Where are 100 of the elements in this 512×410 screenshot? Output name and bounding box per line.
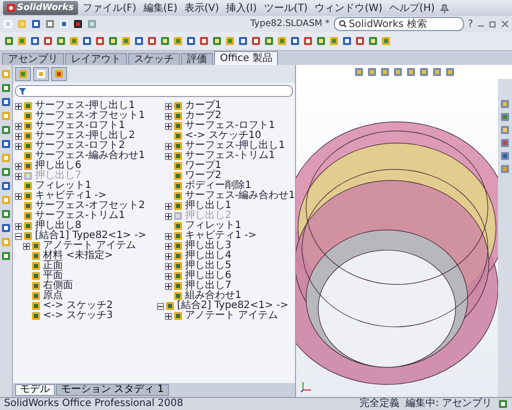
expand-toggle[interactable] xyxy=(165,102,172,110)
filter-icon xyxy=(19,88,26,94)
tree-item[interactable]: 押し出し4 xyxy=(185,251,232,261)
tree-item[interactable]: サーフェス-押し出し1 xyxy=(35,101,135,111)
search-icon xyxy=(338,20,347,28)
menu-item[interactable]: ウィンドウ(W) xyxy=(312,1,384,15)
tree-item[interactable]: サーフェス-オフセット2 xyxy=(35,201,145,211)
app-logo[interactable]: SolidWorks xyxy=(3,1,78,15)
expand-toggle[interactable] xyxy=(165,262,172,270)
tree-item[interactable]: フィレット1 xyxy=(185,221,242,231)
tree-item[interactable]: 押し出し7 xyxy=(185,281,232,291)
tree-item[interactable]: サーフェス-編み合わせ1 xyxy=(35,151,145,161)
menu-item[interactable]: 表示(V) xyxy=(182,1,222,15)
expand-toggle[interactable] xyxy=(23,242,30,250)
bottom-tab[interactable]: モデル xyxy=(15,384,55,396)
expand-toggle[interactable] xyxy=(165,242,172,250)
tree-item[interactable]: サーフェス-ロフト1 xyxy=(185,121,275,131)
logo-icon xyxy=(7,4,15,12)
axis-triad-icon xyxy=(300,379,314,393)
expand-toggle[interactable] xyxy=(15,142,22,150)
tree-item[interactable]: サーフェス-トリム1 xyxy=(185,151,275,161)
tree-item[interactable]: カーブ2 xyxy=(185,111,222,121)
expand-toggle[interactable] xyxy=(165,202,172,210)
tree-item[interactable]: サーフェス-トリム1 xyxy=(35,211,125,221)
expand-toggle[interactable] xyxy=(165,152,172,160)
tree-item[interactable]: アノテート アイテム xyxy=(43,241,136,251)
close-icon[interactable] xyxy=(501,20,509,28)
expand-toggle[interactable] xyxy=(165,312,172,320)
command-tab[interactable]: スケッチ xyxy=(128,53,180,65)
expand-toggle[interactable] xyxy=(165,282,172,290)
expand-toggle[interactable] xyxy=(15,162,22,170)
tree-item[interactable]: ワープ1 xyxy=(185,161,222,171)
menu-item[interactable]: 編集(E) xyxy=(141,1,180,15)
command-tab[interactable]: Office 製品 xyxy=(214,51,278,65)
tree-item[interactable]: 押し出し6 xyxy=(185,271,232,281)
expand-toggle[interactable] xyxy=(165,112,172,120)
tree-item[interactable]: <-> スケッチ10 xyxy=(185,131,262,141)
tree-item[interactable]: 押し出し3 xyxy=(185,241,232,251)
tree-item[interactable]: 平面 xyxy=(43,271,63,281)
status-icon xyxy=(498,399,508,409)
expand-toggle[interactable] xyxy=(15,102,22,110)
command-tab[interactable]: アセンブリ xyxy=(2,53,64,65)
tree-item[interactable]: キャビティ1 -> xyxy=(185,231,257,241)
tree-item[interactable]: キャビティ1 -> xyxy=(35,191,107,201)
expand-toggle[interactable] xyxy=(165,212,172,220)
tree-item[interactable]: サーフェス-編み合わせ1 xyxy=(185,191,295,201)
help-button[interactable]: ? xyxy=(468,18,473,30)
expand-toggle[interactable] xyxy=(15,172,22,180)
expand-toggle[interactable] xyxy=(15,122,22,130)
tree-item[interactable]: <-> スケッチ3 xyxy=(43,311,113,321)
expand-toggle[interactable] xyxy=(15,192,22,200)
search-field[interactable]: SolidWorks 検索 xyxy=(334,17,464,31)
tree-item[interactable]: [結合2] Type82<1> -> xyxy=(177,301,288,311)
menu-item[interactable]: ツール(T) xyxy=(262,1,310,15)
tree-item[interactable]: フィレット1 xyxy=(35,181,92,191)
tree-item[interactable]: 原点 xyxy=(43,291,63,301)
collapse-toggle[interactable] xyxy=(157,302,164,310)
expand-toggle[interactable] xyxy=(15,222,22,230)
configuration-manager-tab[interactable] xyxy=(51,67,67,81)
tree-item[interactable]: <-> スケッチ2 xyxy=(43,301,113,311)
expand-toggle[interactable] xyxy=(15,132,22,140)
tree-item[interactable]: サーフェス-押し出し2 xyxy=(35,131,135,141)
pin-icon[interactable] xyxy=(440,4,449,12)
collapse-toggle[interactable] xyxy=(15,232,22,240)
expand-toggle[interactable] xyxy=(165,272,172,280)
tree-item[interactable]: 押し出し5 xyxy=(185,261,232,271)
tree-item[interactable]: ワープ2 xyxy=(185,171,222,181)
filter-field[interactable] xyxy=(15,85,293,97)
tree-item[interactable]: アノテート アイテム xyxy=(185,311,278,321)
command-tab[interactable]: 評価 xyxy=(181,53,213,65)
menu-item[interactable]: ファイル(F) xyxy=(80,1,138,15)
menu-item[interactable]: ヘルプ(H) xyxy=(387,1,437,15)
tree-item[interactable]: ボディー削除1 xyxy=(185,181,252,191)
tree-item[interactable]: サーフェス-ロフト2 xyxy=(35,141,125,151)
expand-toggle[interactable] xyxy=(165,142,172,150)
tree-item[interactable]: 押し出し6 xyxy=(35,161,82,171)
document-title: Type82.SLDASM * xyxy=(250,19,330,29)
menu-item[interactable]: 挿入(I) xyxy=(224,1,259,15)
restore-icon[interactable] xyxy=(489,20,497,28)
tree-item[interactable]: 組み合わせ1 xyxy=(185,291,242,301)
tree-item[interactable]: サーフェス-押し出し1 xyxy=(185,141,285,151)
tree-item[interactable]: [結合1] Type82<1> -> xyxy=(35,231,146,241)
tree-item[interactable]: サーフェス-ロフト1 xyxy=(35,121,125,131)
tree-item[interactable]: カーブ1 xyxy=(185,101,222,111)
feature-manager-tab[interactable] xyxy=(15,67,31,81)
expand-toggle[interactable] xyxy=(165,122,172,130)
expand-toggle[interactable] xyxy=(165,232,172,240)
tree-item[interactable]: 押し出し8 xyxy=(35,221,82,231)
expand-toggle[interactable] xyxy=(165,252,172,260)
tree-item[interactable]: 右側面 xyxy=(43,281,73,291)
bottom-tab[interactable]: モーション スタディ 1 xyxy=(56,384,169,396)
status-state: 完全定義 xyxy=(359,399,400,409)
status-product: SolidWorks Office Professional 2008 xyxy=(4,399,184,409)
tree-item[interactable]: 材料 <未指定> xyxy=(43,251,113,261)
logo-text: SolidWorks xyxy=(17,3,74,13)
command-tab[interactable]: レイアウト xyxy=(65,53,127,65)
tree-item[interactable]: 押し出し1 xyxy=(185,201,232,211)
tree-item[interactable]: サーフェス-オフセット1 xyxy=(35,111,145,121)
tree-item[interactable]: 正面 xyxy=(43,261,63,271)
property-manager-tab[interactable] xyxy=(33,67,49,81)
